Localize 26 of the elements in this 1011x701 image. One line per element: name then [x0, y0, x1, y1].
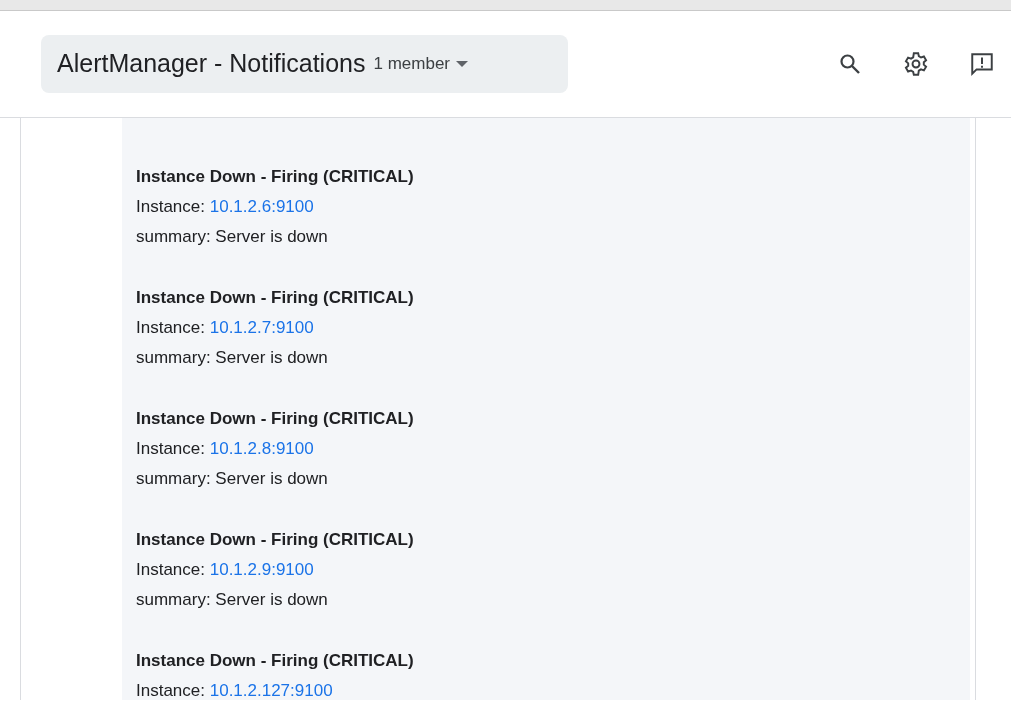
instance-label: Instance: — [136, 318, 206, 337]
alert-summary: summary: Server is down — [136, 347, 329, 369]
settings-icon — [903, 51, 929, 77]
instance-label: Instance: — [136, 560, 206, 579]
instance-link[interactable]: 10.1.2.127:9100 — [209, 681, 333, 700]
instance-link[interactable]: 10.1.2.6:9100 — [209, 197, 314, 216]
caret-icon — [456, 61, 468, 67]
alert-summary: summary: Server is down — [136, 226, 329, 248]
alert-title: Instance Down - Firing (CRITICAL) — [136, 287, 415, 309]
search-icon — [838, 52, 862, 76]
alert-summary: summary: Server is down — [136, 468, 329, 490]
instance-link[interactable]: 10.1.2.7:9100 — [209, 318, 314, 337]
instance-label: Instance: — [136, 439, 206, 458]
feedback-icon — [969, 51, 995, 77]
instance-link[interactable]: 10.1.2.8:9100 — [209, 439, 314, 458]
instance-label: Instance: — [136, 197, 206, 216]
room-title: AlertManager - Notifications — [57, 48, 366, 80]
member-count: 1 member — [373, 53, 450, 76]
instance-link[interactable]: 10.1.2.9:9100 — [209, 560, 314, 579]
alert-summary: summary: Server is down — [136, 589, 329, 611]
alert-title: Instance Down - Firing (CRITICAL) — [136, 408, 415, 430]
alert-title: Instance Down - Firing (CRITICAL) — [136, 529, 415, 551]
instance-label: Instance: — [136, 681, 206, 700]
alert-title: Instance Down - Firing (CRITICAL) — [136, 166, 415, 188]
room-title-button[interactable]: AlertManager - Notifications 1 member — [41, 35, 568, 93]
alert-title: Instance Down - Firing (CRITICAL) — [136, 650, 415, 672]
